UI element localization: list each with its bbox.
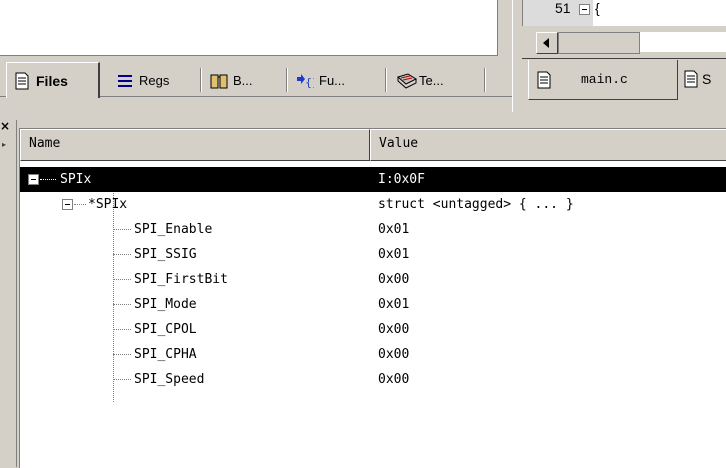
- row-name: SPI_FirstBit: [134, 272, 228, 287]
- tab-functions[interactable]: {} Fu...: [290, 65, 382, 96]
- files-icon: [13, 72, 31, 90]
- row-value: 0x01: [378, 297, 410, 312]
- tab-s[interactable]: S: [682, 60, 726, 98]
- row-name: SPI_SSIG: [134, 247, 197, 262]
- scroll-thumb[interactable]: [558, 32, 640, 54]
- row-name: SPI_CPOL: [134, 322, 197, 337]
- tab-label: Te...: [419, 73, 444, 88]
- code-line: {: [595, 0, 600, 16]
- row-value: 0x00: [378, 322, 410, 337]
- column-header-name[interactable]: Name: [20, 129, 370, 161]
- watch-row-spi-ssig[interactable]: SPI_SSIG 0x01: [20, 242, 726, 267]
- row-name: SPI_Mode: [134, 297, 197, 312]
- dock-arrow-icon[interactable]: ▸: [2, 140, 6, 149]
- row-value: struct <untagged> { ... }: [378, 197, 574, 212]
- row-name: *SPIx: [88, 197, 128, 212]
- scroll-track[interactable]: [640, 32, 726, 52]
- document-icon: [535, 71, 553, 89]
- tab-label: S: [702, 71, 712, 87]
- watch-rows: SPIx I:0x0F *SPIx struct <untagged> { ..…: [20, 167, 726, 402]
- fold-toggle-icon[interactable]: [579, 4, 590, 15]
- row-name: SPI_Enable: [134, 222, 213, 237]
- tab-templates[interactable]: Te...: [390, 65, 482, 96]
- code-editor[interactable]: 51 {: [522, 0, 726, 26]
- watch-window: Name Value SPIx I:0x0F *SPIx struct <unt…: [19, 128, 726, 468]
- horizontal-scrollbar[interactable]: [528, 28, 726, 58]
- close-icon[interactable]: ×: [0, 120, 10, 134]
- tab-books[interactable]: B...: [204, 65, 284, 96]
- functions-icon: {}: [296, 72, 319, 90]
- row-name: SPIx: [60, 172, 92, 187]
- row-value: 0x00: [378, 372, 410, 387]
- scroll-left-button[interactable]: [536, 32, 558, 54]
- watch-row-spi-cpol[interactable]: SPI_CPOL 0x00: [20, 317, 726, 342]
- books-icon: [210, 72, 228, 90]
- row-value: 0x00: [378, 272, 410, 287]
- project-panel-area: [0, 0, 498, 56]
- dock-side-strip: [0, 120, 17, 467]
- row-value: 0x01: [378, 247, 410, 262]
- collapse-icon[interactable]: [28, 174, 39, 185]
- watch-row-spix[interactable]: SPIx I:0x0F: [20, 167, 726, 192]
- watch-row-spi-enable[interactable]: SPI_Enable 0x01: [20, 217, 726, 242]
- row-name: SPI_Speed: [134, 372, 205, 387]
- watch-row-spi-cpha[interactable]: SPI_CPHA 0x00: [20, 342, 726, 367]
- project-tab-strip: Files Regs B... {} Fu... Te...: [0, 56, 512, 110]
- document-icon: [682, 70, 700, 88]
- splitter[interactable]: [512, 0, 521, 112]
- row-value: 0x00: [378, 347, 410, 362]
- svg-text:{}: {}: [305, 76, 314, 89]
- tab-label: Files: [36, 72, 68, 89]
- tab-regs[interactable]: Regs: [110, 65, 196, 96]
- watch-row-spi-mode[interactable]: SPI_Mode 0x01: [20, 292, 726, 317]
- tab-label: Fu...: [319, 73, 346, 88]
- tab-label: main.c: [581, 72, 628, 87]
- templates-icon: [396, 72, 418, 90]
- watch-row-deref-spix[interactable]: *SPIx struct <untagged> { ... }: [20, 192, 726, 217]
- column-header-value[interactable]: Value: [370, 129, 726, 161]
- tab-files[interactable]: Files: [6, 62, 100, 98]
- watch-row-spi-speed[interactable]: SPI_Speed 0x00: [20, 367, 726, 392]
- tab-label: Regs: [139, 73, 170, 88]
- row-value: I:0x0F: [378, 172, 425, 187]
- registers-icon: [116, 72, 134, 90]
- row-name: SPI_CPHA: [134, 347, 197, 362]
- collapse-icon[interactable]: [62, 199, 73, 210]
- tab-main-c[interactable]: main.c: [528, 60, 678, 100]
- editor-tab-strip: main.c S: [522, 58, 726, 112]
- tab-label: B...: [233, 73, 253, 88]
- line-number: 51: [555, 0, 571, 16]
- row-value: 0x01: [378, 222, 410, 237]
- watch-row-spi-firstbit[interactable]: SPI_FirstBit 0x00: [20, 267, 726, 292]
